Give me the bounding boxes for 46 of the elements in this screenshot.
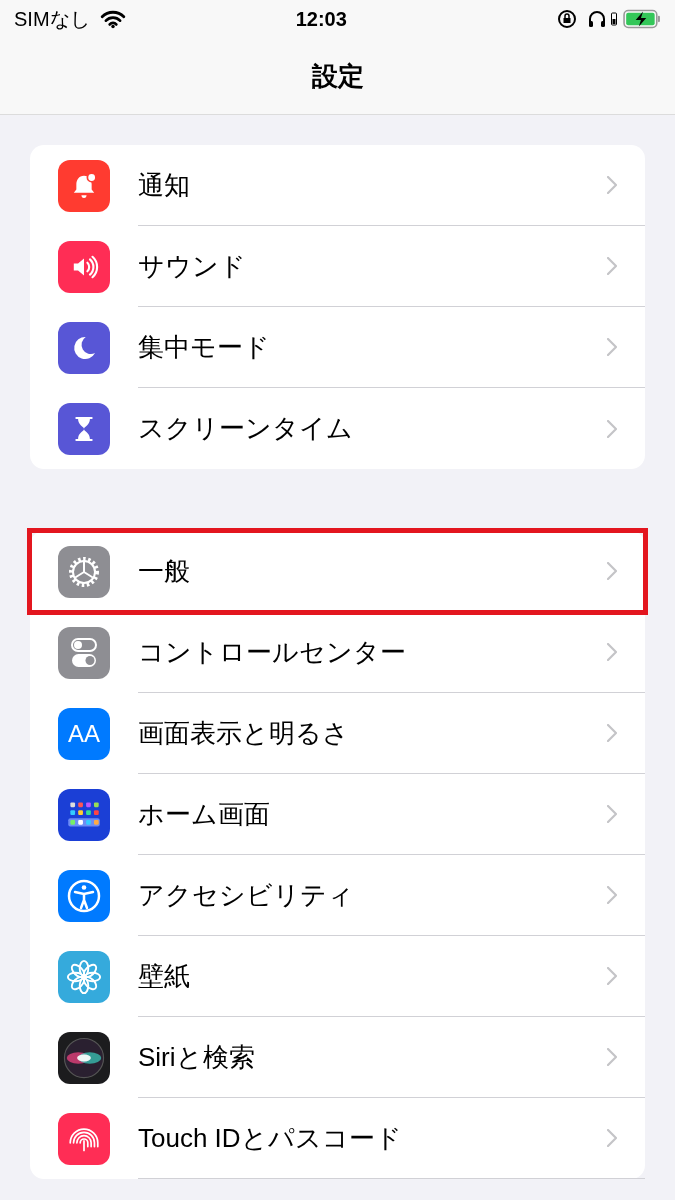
row-label: Siriと検索 (138, 1040, 256, 1074)
page-title: 設定 (311, 59, 364, 93)
settings-row[interactable]: 壁紙 (30, 936, 645, 1017)
chevron-icon (607, 886, 617, 904)
chevron-icon (607, 643, 617, 661)
clock-time: 12:03 (294, 7, 348, 32)
chevron-icon (607, 176, 617, 194)
chevron-icon (607, 419, 617, 438)
row-label: スクリーンタイム (138, 412, 354, 445)
row-label: 一般 (138, 554, 191, 588)
row-label: 集中モード (138, 330, 271, 364)
wifi-icon (99, 9, 126, 29)
chevron-icon (607, 967, 617, 985)
settings-row[interactable]: Siriと検索 (30, 1017, 645, 1098)
row-label: サウンド (138, 249, 247, 283)
chevron-icon (607, 338, 617, 356)
chevron-icon (607, 724, 617, 742)
settings-row[interactable]: サウンド (30, 226, 645, 307)
battery-charging-icon (623, 9, 661, 29)
carrier-label: SIMなし (14, 7, 90, 32)
row-label: アクセシビリティ (138, 878, 355, 912)
row-label: 画面表示と明るさ (138, 716, 350, 750)
row-label: Touch IDとパスコード (138, 1121, 403, 1155)
battery-level-icon (611, 11, 617, 27)
chevron-icon (607, 1129, 617, 1147)
row-label: 通知 (138, 168, 191, 202)
settings-row[interactable]: AA 画面表示と明るさ (30, 693, 645, 774)
chevron-icon (607, 562, 617, 580)
settings-row[interactable]: アクセシビリティ (30, 855, 645, 936)
chevron-icon (607, 1048, 617, 1066)
text-size-icon: AA (68, 721, 100, 746)
row-label: 壁紙 (138, 959, 191, 993)
rotation-lock-icon (557, 9, 577, 29)
row-label: コントロールセンター (138, 635, 407, 669)
settings-row[interactable]: コントロールセンター (30, 612, 645, 693)
settings-row[interactable]: 集中モード (30, 307, 645, 388)
chevron-icon (607, 805, 617, 823)
row-label: ホーム画面 (138, 797, 271, 831)
settings-row[interactable]: スクリーンタイム (30, 388, 645, 469)
headphones-icon (587, 9, 607, 29)
settings-row[interactable]: Touch IDとパスコード (30, 1098, 645, 1179)
flower-icon (65, 957, 103, 996)
settings-row[interactable]: 通知 (30, 145, 645, 226)
settings-row[interactable]: 一般 (30, 531, 645, 612)
settings-row[interactable]: ホーム画面 (30, 774, 645, 855)
chevron-icon (607, 257, 617, 275)
